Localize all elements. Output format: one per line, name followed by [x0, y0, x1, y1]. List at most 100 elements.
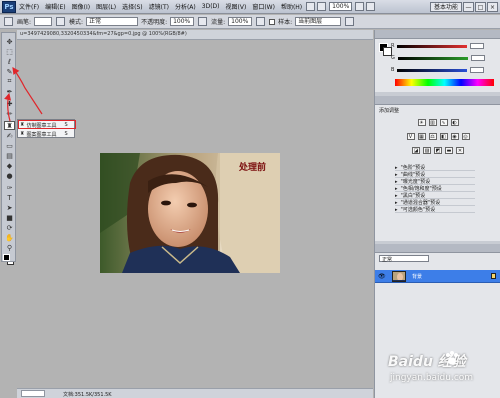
expand-arrow-icon: ▸ [395, 178, 398, 185]
black-white-icon[interactable]: ◧ [439, 133, 448, 140]
dodge-tool-icon[interactable]: ● [4, 171, 15, 180]
document-tab[interactable]: u=3497429080,3320450334&fm=27&gp=0.jpg @… [17, 30, 373, 40]
zoom-field[interactable] [21, 390, 45, 397]
type-tool-icon[interactable]: T [4, 193, 15, 202]
lock-icon [491, 273, 496, 279]
arrange-documents-icon[interactable] [366, 2, 376, 11]
menu-file[interactable]: 文件(F) [16, 2, 42, 11]
channel-mixer-icon[interactable]: ◎ [461, 133, 470, 140]
menu-3d[interactable]: 3D(D) [199, 3, 223, 10]
aligned-checkbox[interactable] [269, 18, 276, 25]
adjustment-icons-row-3: ◪ ▨ ◩ ▬ ✕ [375, 147, 500, 154]
color-spectrum[interactable] [395, 79, 494, 86]
tool-preset-icon[interactable] [4, 17, 13, 26]
hand-tool-icon[interactable]: ✋ [4, 233, 15, 242]
pattern-stamp-icon: ♜ [20, 131, 25, 137]
preset-label: "可选颜色"预设 [400, 207, 436, 213]
ignore-adjustment-layers-icon[interactable] [345, 17, 355, 26]
layer-row-background[interactable]: 👁 背景 [375, 270, 500, 283]
brush-picker[interactable] [34, 17, 53, 26]
levels-icon[interactable]: ▥ [428, 119, 437, 126]
blue-value[interactable] [470, 67, 485, 73]
marquee-tool-icon[interactable]: ⬚ [4, 47, 15, 56]
pen-tool-icon[interactable]: ✑ [4, 183, 15, 192]
workspace-button[interactable]: 基本功能 [429, 1, 462, 12]
gradient-map-icon[interactable]: ▬ [445, 147, 453, 154]
flow-input[interactable]: 100% [228, 17, 253, 26]
menu-image[interactable]: 图像(I) [69, 2, 93, 11]
blue-slider[interactable]: B [391, 67, 485, 73]
eraser-tool-icon[interactable]: ▭ [4, 141, 15, 150]
launch-bridge-icon[interactable] [306, 2, 316, 11]
vibrance-icon[interactable]: V [406, 133, 415, 140]
blend-mode-select[interactable]: 正常 [379, 255, 429, 263]
color-panel-tabbar[interactable] [375, 30, 500, 39]
close-button[interactable]: × [487, 1, 498, 12]
flow-label: 流量: [211, 19, 226, 26]
green-value[interactable] [470, 55, 485, 61]
document-canvas[interactable]: 处理前 [100, 153, 280, 273]
layer-thumbnail [392, 271, 406, 282]
3d-rotate-tool-icon[interactable]: ⟳ [4, 223, 15, 232]
green-track[interactable] [397, 56, 468, 60]
layers-panel-tabbar[interactable] [375, 244, 500, 253]
menu-window[interactable]: 窗口(W) [249, 2, 278, 11]
posterize-icon[interactable]: ▨ [423, 147, 431, 154]
curves-icon[interactable]: ∿ [439, 119, 448, 126]
menu-select[interactable]: 选择(S) [119, 2, 146, 11]
healing-brush-tool-icon[interactable]: ✚ [4, 99, 15, 108]
brightness-icon[interactable]: ☀ [417, 119, 426, 126]
crop-tool-icon[interactable]: ⌗ [4, 77, 15, 86]
clone-stamp-tool-icon[interactable]: ♜ [4, 121, 15, 130]
pressure-opacity-icon[interactable] [198, 17, 208, 26]
preset-selective-color[interactable]: ▸ "可选颜色"预设 [395, 207, 475, 213]
red-track[interactable] [397, 44, 468, 48]
zoom-level[interactable]: 100% [329, 2, 353, 11]
clone-source-panel-icon[interactable] [56, 17, 66, 26]
threshold-icon[interactable]: ◩ [434, 147, 442, 154]
gradient-tool-icon[interactable]: ▤ [4, 151, 15, 160]
move-tool-icon[interactable]: ✥ [4, 37, 15, 46]
selective-color-icon[interactable]: ✕ [456, 147, 464, 154]
blur-tool-icon[interactable]: ◆ [4, 161, 15, 170]
menu-filter[interactable]: 滤镜(T) [146, 2, 172, 11]
arrow-from-flyout [12, 67, 43, 115]
exposure-icon[interactable]: ◐ [450, 119, 459, 126]
lasso-tool-icon[interactable]: ℓ [4, 57, 15, 66]
menu-help[interactable]: 帮助(H) [278, 2, 305, 11]
sample-select[interactable]: 当前图层 [295, 17, 342, 26]
watermark-url: jingyan.baidu.com [390, 373, 474, 383]
menu-analysis[interactable]: 分析(A) [172, 2, 199, 11]
blue-track[interactable] [397, 68, 468, 72]
maximize-button[interactable]: □ [475, 1, 486, 12]
color-balance-icon[interactable]: ⚖ [428, 133, 437, 140]
hand-tool-icon[interactable] [355, 2, 365, 11]
eyedropper-tool-icon[interactable]: ✒ [4, 87, 15, 96]
green-slider[interactable]: G [391, 55, 485, 61]
adjustments-panel-tabbar[interactable] [375, 96, 500, 105]
flyout-item-clone-stamp[interactable]: ♜ 仿制图章工具 S [20, 121, 68, 129]
hue-saturation-icon[interactable]: ▦ [417, 133, 426, 140]
invert-icon[interactable]: ◪ [412, 147, 420, 154]
red-value[interactable] [470, 43, 485, 49]
opacity-input[interactable]: 100% [170, 17, 195, 26]
quick-select-tool-icon[interactable]: ✎ [4, 67, 15, 76]
menu-layer[interactable]: 图层(L) [93, 2, 119, 11]
red-slider[interactable]: R [391, 43, 485, 49]
menu-edit[interactable]: 编辑(E) [42, 2, 68, 11]
brush-tool-icon[interactable]: ✏ [4, 109, 15, 118]
expand-arrow-icon: ▸ [395, 192, 398, 199]
visibility-eye-icon[interactable]: 👁 [378, 273, 386, 280]
airbrush-icon[interactable] [256, 17, 266, 26]
shape-tool-icon[interactable]: ■ [4, 213, 15, 222]
view-extras-icon[interactable] [317, 2, 327, 11]
flyout-item-pattern-stamp[interactable]: ♜ 图案图章工具 S [20, 130, 68, 138]
menu-view[interactable]: 视图(V) [223, 2, 250, 11]
path-select-tool-icon[interactable]: ➤ [4, 203, 15, 212]
mode-select[interactable]: 正常 [86, 17, 139, 26]
history-brush-tool-icon[interactable]: ✍ [4, 131, 15, 140]
zoom-tool-icon[interactable]: ⚲ [4, 243, 15, 252]
foreground-color-swatch[interactable] [3, 254, 10, 261]
minimize-button[interactable]: — [463, 1, 474, 12]
photo-filter-icon[interactable]: ◉ [450, 133, 459, 140]
